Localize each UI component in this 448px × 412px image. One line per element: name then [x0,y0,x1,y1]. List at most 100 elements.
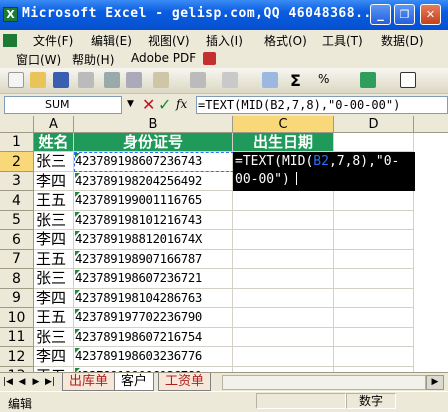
cell-birth-date[interactable] [233,289,334,308]
formula-input[interactable]: =TEXT(MID(B2,7,8),"0-00-00") [196,96,448,114]
select-all-corner[interactable] [0,116,34,133]
cell-name[interactable]: 张三 [34,328,74,347]
row-header[interactable]: 9 [0,289,34,308]
col-header-b[interactable]: B [74,116,233,133]
prev-sheet-icon[interactable]: ◀ [16,376,28,388]
cell-d[interactable] [334,347,414,367]
cell-d[interactable] [334,269,414,289]
restore-button[interactable]: ❐ [394,4,415,25]
tab-customer[interactable]: 客户 [114,373,155,391]
open-icon[interactable] [30,72,46,88]
cell-d[interactable] [334,230,414,250]
row-header[interactable]: 6 [0,230,34,250]
col-header-c[interactable]: C [233,116,334,133]
insert-function-icon[interactable]: fx [176,97,187,111]
cell-id-number[interactable]: 423789198104286763 [74,289,233,308]
cell-name[interactable]: 李四 [34,347,74,367]
name-box[interactable]: SUM [4,96,122,114]
cell-name[interactable]: 王五 [34,191,74,211]
cell-birth-date[interactable] [233,347,334,367]
cell-name[interactable]: 王五 [34,308,74,328]
cell-birth-date[interactable] [233,211,334,230]
cell-d[interactable] [334,328,414,347]
cell-d[interactable] [334,250,414,269]
minimize-button[interactable]: _ [370,4,391,25]
row-header[interactable]: 11 [0,328,34,347]
last-sheet-icon[interactable]: ▶| [44,376,56,388]
workbook-icon[interactable] [3,34,17,47]
cell-d[interactable] [334,308,414,328]
col-header-e[interactable] [414,116,448,133]
menu-window[interactable]: 窗口(W) [16,51,61,68]
cell-id-number[interactable]: 42378919881201674X [74,230,233,250]
cell-name[interactable]: 李四 [34,230,74,250]
first-sheet-icon[interactable]: |◀ [2,376,14,388]
cell-birth-date[interactable] [233,230,334,250]
cell-birth-date[interactable] [233,250,334,269]
autosum-icon[interactable]: Σ [290,71,301,90]
percent-style-icon[interactable]: % [318,72,329,86]
cell-name[interactable]: 张三 [34,211,74,230]
cell-id-number[interactable]: 423789197702236790 [74,308,233,328]
menu-view[interactable]: 视图(V) [148,32,190,49]
namebox-dropdown-icon[interactable]: ▼ [127,99,134,109]
cell-name[interactable]: 李四 [34,172,74,191]
menu-tools[interactable]: 工具(T) [322,32,363,49]
row-header[interactable]: 1 [0,133,34,152]
excel-app-icon[interactable]: X [3,7,18,22]
cell-name[interactable]: 张三 [34,269,74,289]
spelling-icon[interactable] [153,72,169,88]
cell-birth-date[interactable] [233,191,334,211]
row-header[interactable]: 4 [0,191,34,211]
tab-outbound[interactable]: 出库单 [62,373,116,391]
cell-c2-editor[interactable]: =TEXT(MID(B2,7,8),"0- 00-00") [233,152,415,191]
row-header[interactable]: 10 [0,308,34,328]
menu-data[interactable]: 数据(D) [381,32,424,49]
enter-icon[interactable]: ✓ [158,95,171,114]
tab-payroll[interactable]: 工资单 [158,373,212,391]
print-icon[interactable] [104,72,120,88]
menu-insert[interactable]: 插入(I) [206,32,243,49]
cell-id-number[interactable]: 423789198603236776 [74,347,233,367]
row-header[interactable]: 8 [0,269,34,289]
cell-d[interactable] [334,289,414,308]
close-button[interactable]: ✕ [420,4,441,25]
cell-a1[interactable]: 姓名 [34,133,74,152]
cell-birth-date[interactable] [233,308,334,328]
cell-id-number[interactable]: 423789198101216743 [74,211,233,230]
cell-name[interactable]: 张三 [34,152,74,172]
pdf-icon[interactable] [203,52,216,65]
print-preview-icon[interactable] [126,72,142,88]
cancel-icon[interactable]: ✕ [142,95,155,114]
next-sheet-icon[interactable]: ▶ [30,376,42,388]
permission-icon[interactable] [78,72,94,88]
menu-format[interactable]: 格式(O) [264,32,307,49]
cell-c1[interactable]: 出生日期 [233,133,334,152]
cell-id-number[interactable]: 423789198907166787 [74,250,233,269]
borders-icon[interactable] [400,72,416,88]
cell-d1[interactable] [334,133,414,152]
row-header[interactable]: 5 [0,211,34,230]
cell-name[interactable]: 王五 [34,250,74,269]
cell-id-number[interactable]: 423789199001116765 [74,191,233,211]
row-header[interactable]: 3 [0,172,34,191]
cell-id-number[interactable]: 423789198607216754 [74,328,233,347]
save-icon[interactable] [53,72,69,88]
hyperlink-icon[interactable] [262,72,278,88]
menu-file[interactable]: 文件(F) [33,32,73,49]
row-header[interactable]: 2 [0,152,34,172]
undo-icon[interactable] [222,72,238,88]
cell-name[interactable]: 李四 [34,289,74,308]
scroll-right-icon[interactable]: ▶ [426,375,444,390]
row-header[interactable]: 7 [0,250,34,269]
col-header-a[interactable]: A [34,116,74,133]
chart-icon[interactable] [360,72,376,88]
menu-adobe-pdf[interactable]: Adobe PDF [131,51,196,65]
format-painter-icon[interactable] [190,72,206,88]
cell-id-number[interactable]: 423789198204256492 [74,172,233,191]
col-header-d[interactable]: D [334,116,414,133]
cell-birth-date[interactable] [233,269,334,289]
cell-d[interactable] [334,211,414,230]
horizontal-scrollbar[interactable] [222,375,426,390]
cell-d[interactable] [334,191,414,211]
